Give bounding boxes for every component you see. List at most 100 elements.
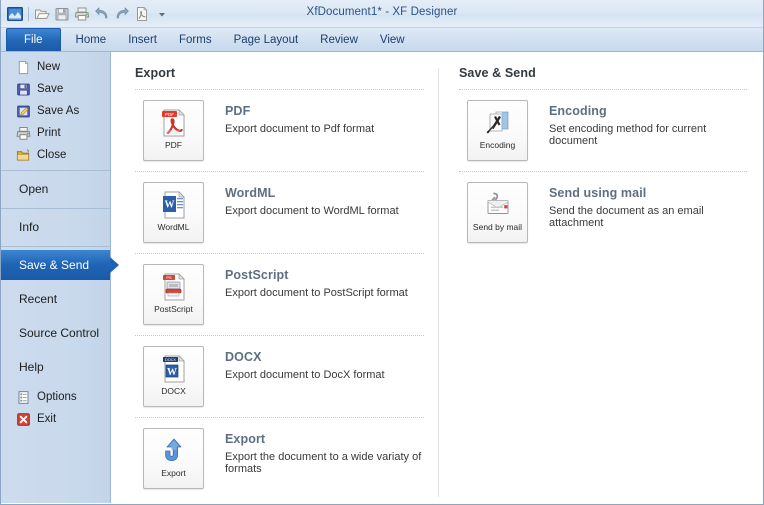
send-by-mail-tile-button[interactable]: Send by mail	[467, 182, 528, 243]
tab-forms[interactable]: Forms	[168, 28, 223, 51]
sidebar-item-label: Save & Send	[19, 258, 90, 272]
backstage-body: New Save Save As Print Close Open Info S…	[1, 52, 763, 503]
wordml-file-icon: W	[160, 189, 188, 221]
exit-icon	[15, 411, 31, 427]
encoding-tile-button[interactable]: Encoding	[467, 100, 528, 161]
export-item-wordml[interactable]: W WordML WordML Export document to WordM…	[135, 172, 424, 253]
sidebar-item-label: Recent	[19, 292, 58, 306]
save-send-item-description: Set encoding method for current document	[549, 123, 707, 147]
save-send-item-text: Send using mail Send the document as an …	[528, 182, 747, 229]
printer-icon	[15, 125, 31, 141]
save-send-item-text: Encoding Set encoding method for current…	[528, 100, 747, 147]
export-item-title: Export	[225, 432, 266, 446]
sidebar-item-open[interactable]: Open	[1, 174, 110, 204]
sidebar-divider	[1, 246, 110, 247]
application-window: XfDocument1* - XF Designer File Home Ins…	[0, 0, 764, 505]
backstage-sidebar: New Save Save As Print Close Open Info S…	[1, 52, 111, 503]
pdf-tile-button[interactable]: PDF PDF	[143, 100, 204, 161]
tile-label: Encoding	[479, 140, 516, 150]
export-item-text: WordML Export document to WordML format	[204, 182, 399, 217]
export-item-title: PDF	[225, 104, 251, 118]
sidebar-item-save[interactable]: Save	[1, 78, 110, 100]
tile-label: DOCX	[161, 386, 186, 396]
tab-home[interactable]: Home	[65, 28, 118, 51]
save-send-item-title: Send using mail	[549, 186, 647, 200]
pdf-file-icon: PDF	[160, 107, 188, 139]
sidebar-item-label: Help	[19, 360, 44, 374]
sidebar-item-print[interactable]: Print	[1, 122, 110, 144]
title-bar: XfDocument1* - XF Designer	[1, 0, 763, 28]
sidebar-item-label: Options	[37, 391, 77, 403]
svg-text:PS: PS	[166, 275, 172, 280]
sidebar-item-help[interactable]: Help	[1, 352, 110, 382]
sidebar-item-label: Close	[37, 149, 67, 161]
sidebar-item-new[interactable]: New	[1, 56, 110, 78]
save-as-icon	[15, 103, 31, 119]
tile-label: PostScript	[154, 304, 193, 314]
tab-view[interactable]: View	[369, 28, 416, 51]
save-send-panel: Save & Send Encoding Encoding Set encodi…	[439, 66, 763, 503]
export-tile-button[interactable]: Export	[143, 428, 204, 489]
export-item-title: DOCX	[225, 350, 262, 364]
export-item-text: Export Export the document to a wide var…	[204, 428, 424, 475]
sidebar-divider	[1, 208, 110, 209]
sidebar-item-info[interactable]: Info	[1, 212, 110, 242]
sidebar-item-recent[interactable]: Recent	[1, 284, 110, 314]
postscript-file-icon: PS	[160, 271, 188, 303]
export-item-export[interactable]: Export Export Export the document to a w…	[135, 418, 424, 499]
export-item-text: PostScript Export document to PostScript…	[204, 264, 408, 299]
sidebar-item-options[interactable]: Options	[1, 386, 110, 408]
tab-page-layout[interactable]: Page Layout	[223, 28, 310, 51]
export-item-pdf[interactable]: PDF PDF PDF Export document to Pdf forma…	[135, 90, 424, 171]
sidebar-item-label: Exit	[37, 413, 57, 425]
export-item-postscript[interactable]: PS PostScript PostScript Export document…	[135, 254, 424, 335]
tile-label: PDF	[165, 140, 182, 150]
save-send-item-send-mail[interactable]: Send by mail Send using mail Send the do…	[459, 172, 747, 253]
svg-text:PDF: PDF	[164, 112, 173, 117]
tile-label: Send by mail	[472, 222, 523, 232]
tab-review[interactable]: Review	[309, 28, 369, 51]
svg-text:DOCX: DOCX	[165, 358, 176, 362]
sidebar-divider	[1, 170, 110, 171]
wordml-tile-button[interactable]: W WordML	[143, 182, 204, 243]
sidebar-item-save-as[interactable]: Save As	[1, 100, 110, 122]
sidebar-item-label: Source Control	[19, 326, 100, 340]
ribbon-tabs: File Home Insert Forms Page Layout Revie…	[1, 28, 763, 52]
sidebar-item-label: Print	[37, 127, 61, 139]
envelope-attachment-icon	[483, 189, 513, 221]
floppy-disk-icon	[15, 81, 31, 97]
svg-text:W: W	[164, 200, 174, 211]
sidebar-item-close[interactable]: Close	[1, 144, 110, 166]
tab-file[interactable]: File	[6, 28, 61, 51]
save-send-item-encoding[interactable]: Encoding Encoding Set encoding method fo…	[459, 90, 747, 171]
export-item-docx[interactable]: DOCX W DOCX DOCX Export document to DocX…	[135, 336, 424, 417]
save-send-item-title: Encoding	[549, 104, 607, 118]
save-send-item-description: Send the document as an email attachment	[549, 205, 704, 229]
postscript-tile-button[interactable]: PS PostScript	[143, 264, 204, 325]
docx-file-icon: DOCX W	[160, 353, 188, 385]
sidebar-item-label: New	[37, 61, 61, 73]
export-item-description: Export document to PostScript format	[225, 287, 408, 299]
tile-label: WordML	[157, 222, 190, 232]
docx-tile-button[interactable]: DOCX W DOCX	[143, 346, 204, 407]
tile-label: Export	[161, 468, 186, 478]
sidebar-item-source-control[interactable]: Source Control	[1, 318, 110, 348]
export-panel-heading: Export	[135, 66, 176, 80]
export-arrow-icon	[159, 435, 189, 467]
folder-close-icon	[15, 147, 31, 163]
svg-text:W: W	[167, 367, 177, 378]
sidebar-item-label: Info	[19, 220, 40, 234]
window-title: XfDocument1* - XF Designer	[306, 6, 458, 18]
export-item-description: Export document to WordML format	[225, 205, 399, 217]
export-item-text: DOCX Export document to DocX format	[204, 346, 385, 381]
sidebar-item-label: Save	[37, 83, 64, 95]
tab-insert[interactable]: Insert	[117, 28, 168, 51]
export-item-description: Export the document to a wide variaty of…	[225, 451, 422, 475]
export-item-text: PDF Export document to Pdf format	[204, 100, 374, 135]
encoding-icon	[483, 107, 513, 139]
sidebar-item-save-and-send[interactable]: Save & Send	[1, 250, 110, 280]
sidebar-item-exit[interactable]: Exit	[1, 408, 110, 430]
save-send-panel-heading: Save & Send	[459, 66, 536, 80]
export-item-title: WordML	[225, 186, 276, 200]
sidebar-item-label: Open	[19, 182, 49, 196]
